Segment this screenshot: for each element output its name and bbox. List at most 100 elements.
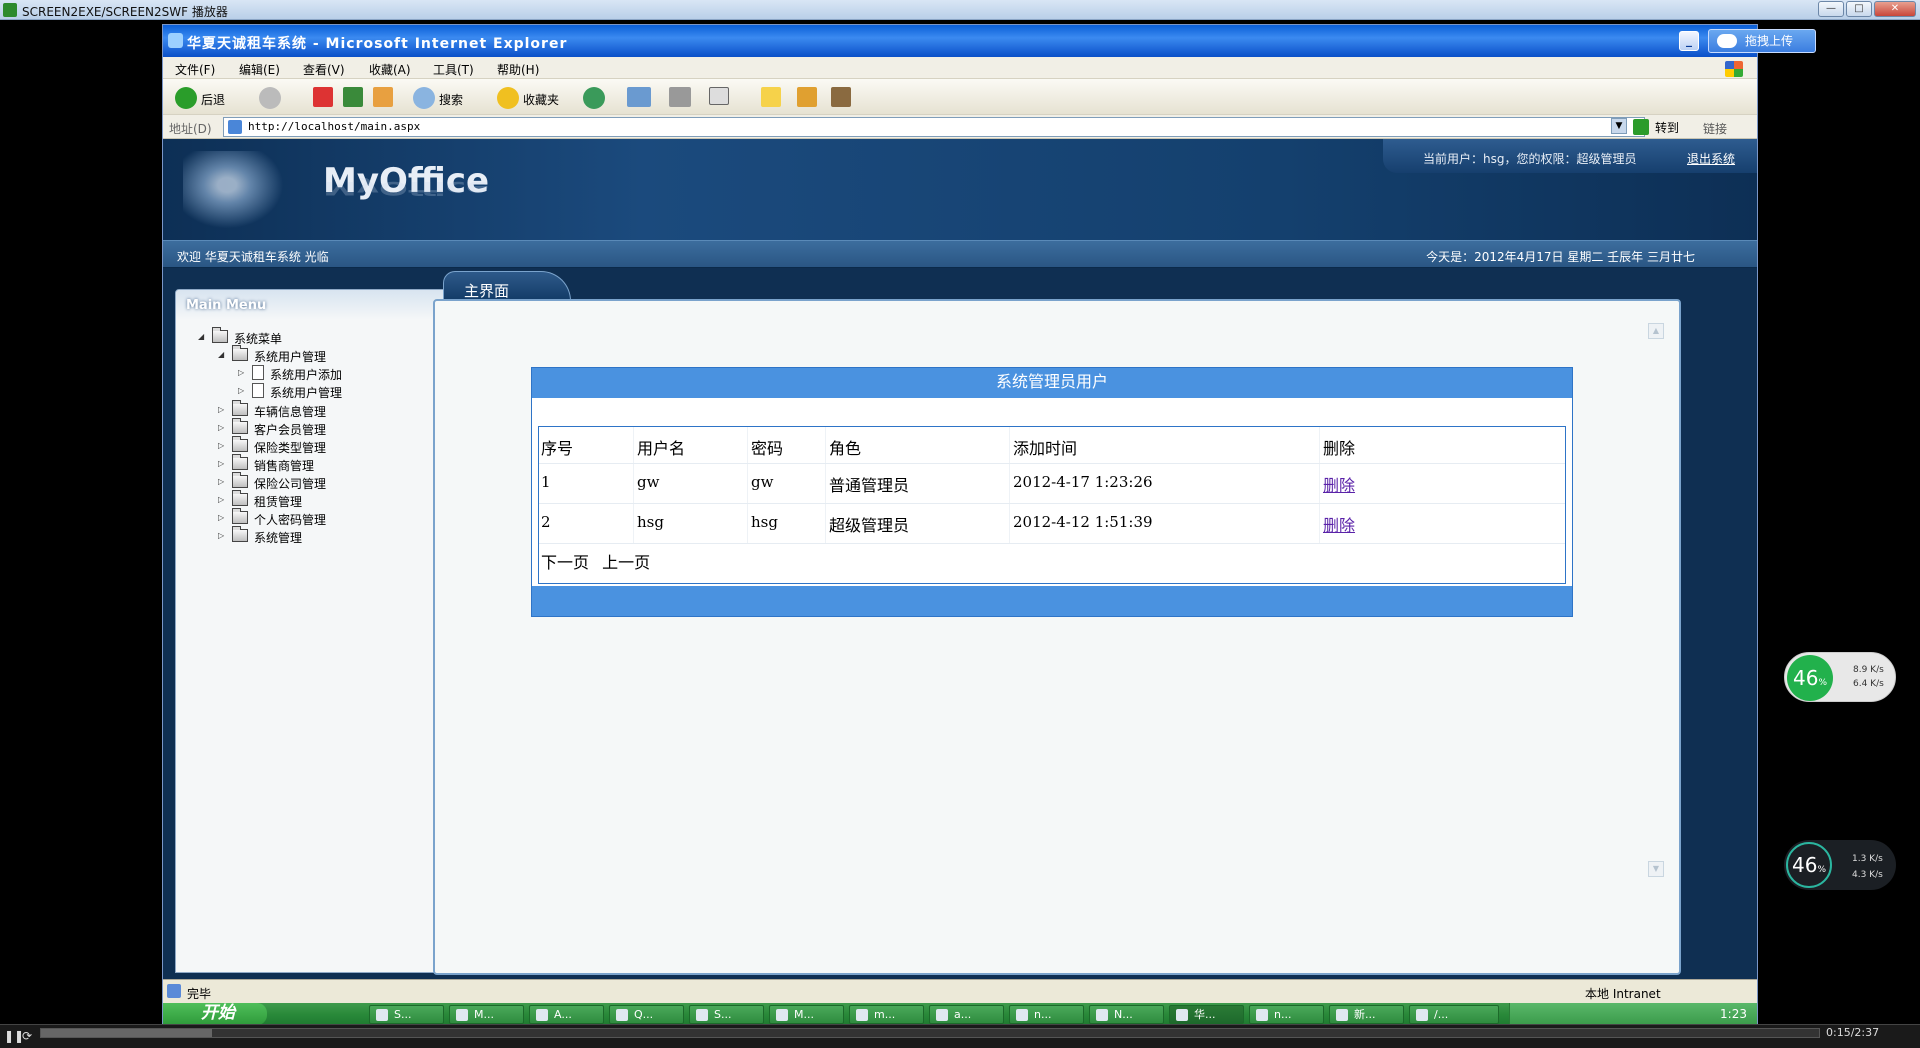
search-icon[interactable] [413, 87, 435, 109]
delete-link[interactable]: 删除 [1323, 472, 1355, 496]
note-icon[interactable] [761, 87, 781, 107]
menu-tools[interactable]: 工具(T) [433, 61, 474, 78]
scroll-up-button[interactable]: ▲ [1648, 323, 1664, 339]
scroll-down-button[interactable]: ▼ [1648, 861, 1664, 877]
back-icon[interactable] [175, 87, 197, 109]
menu-view[interactable]: 查看(V) [303, 61, 345, 78]
status-zone: 本地 Intranet [1585, 987, 1661, 1001]
delete-link[interactable]: 删除 [1323, 512, 1355, 536]
expand-icon[interactable]: ▷ [238, 368, 246, 378]
collapse-icon[interactable]: ◢ [218, 350, 226, 360]
taskbar-item[interactable]: 新... [1329, 1005, 1404, 1024]
history-icon[interactable] [583, 87, 605, 109]
menu-file[interactable]: 文件(F) [175, 61, 215, 78]
taskbar-item[interactable]: S... [369, 1005, 444, 1024]
player-progress-bar[interactable] [40, 1028, 1820, 1038]
expand-icon[interactable]: ▷ [218, 477, 226, 487]
next-page-link[interactable]: 下一页 [541, 553, 589, 572]
favorites-button[interactable]: 收藏夹 [523, 91, 559, 108]
expand-icon[interactable]: ▷ [218, 459, 226, 469]
column-divider [1319, 427, 1320, 543]
search-button[interactable]: 搜索 [439, 91, 463, 108]
task-icon [456, 1009, 468, 1021]
prev-page-link[interactable]: 上一页 [602, 553, 650, 572]
taskbar-item[interactable]: m... [849, 1005, 924, 1024]
expand-icon[interactable]: ▷ [218, 405, 226, 415]
task-icon [1096, 1009, 1108, 1021]
print-icon[interactable] [669, 87, 691, 107]
net-speed-widget[interactable]: 46% 8.9 K/s 6.4 K/s [1784, 652, 1896, 702]
folder-icon [232, 490, 248, 506]
back-button[interactable]: 后退 [201, 91, 225, 108]
welcome-text: 欢迎 华夏天诚租车系统 光临 [177, 250, 329, 264]
loop-icon[interactable]: ⟳ [22, 1029, 32, 1043]
messenger-icon[interactable] [831, 87, 851, 107]
mail-icon[interactable] [627, 87, 651, 107]
task-label: S... [714, 1008, 732, 1021]
expand-icon[interactable]: ▷ [218, 423, 226, 433]
task-label: 华... [1194, 1008, 1216, 1021]
expand-icon[interactable]: ▷ [218, 531, 226, 541]
research-icon[interactable] [797, 87, 817, 107]
expand-icon[interactable]: ▷ [218, 495, 226, 505]
address-dropdown-icon[interactable]: ▼ [1611, 118, 1627, 134]
taskbar-item-active[interactable]: 华... [1169, 1005, 1244, 1024]
taskbar-item[interactable]: a... [929, 1005, 1004, 1024]
taskbar-item[interactable]: S... [689, 1005, 764, 1024]
cloud-icon [1717, 34, 1737, 48]
taskbar-clock[interactable]: 1:23 [1720, 1007, 1747, 1021]
upload-label: 拖拽上传 [1745, 34, 1794, 48]
windows-logo-icon [1725, 61, 1743, 77]
menu-edit[interactable]: 编辑(E) [239, 61, 280, 78]
taskbar-item[interactable]: n... [1009, 1005, 1084, 1024]
expand-icon[interactable]: ▷ [238, 386, 246, 396]
folder-icon [232, 345, 248, 361]
tab-main[interactable]: 主界面 [443, 271, 571, 301]
document-icon [252, 383, 264, 398]
task-icon [1016, 1009, 1028, 1021]
favorites-icon[interactable] [497, 87, 519, 109]
col-header-no: 序号 [541, 439, 574, 458]
status-done: 完毕 [187, 987, 212, 1001]
stop-icon[interactable] [313, 87, 333, 107]
player-maximize-button[interactable]: □ [1846, 1, 1872, 17]
go-button[interactable]: 转到 [1633, 119, 1679, 136]
player-close-button[interactable]: ✕ [1874, 1, 1916, 17]
page-done-icon [167, 984, 181, 998]
go-arrow-icon [1633, 119, 1649, 135]
taskbar-item[interactable]: M... [769, 1005, 844, 1024]
col-header-delete: 删除 [1323, 439, 1356, 458]
taskbar-item[interactable]: M... [449, 1005, 524, 1024]
menu-help[interactable]: 帮助(H) [497, 61, 539, 78]
taskbar-item[interactable]: A... [529, 1005, 604, 1024]
tree-label: 系统用户添加 [270, 368, 343, 382]
taskbar-item[interactable]: Q... [609, 1005, 684, 1024]
task-label: S... [394, 1008, 412, 1021]
upload-button[interactable]: 拖拽上传 [1708, 29, 1816, 53]
folder-icon [232, 418, 248, 434]
home-icon[interactable] [373, 87, 393, 107]
task-label: M... [794, 1008, 814, 1021]
expand-icon[interactable]: ▷ [218, 441, 226, 451]
ie-minimize-button[interactable]: _ [1679, 31, 1699, 51]
edit-icon[interactable] [709, 87, 729, 105]
content-panel: ▲ ▼ 系统管理员用户 序号 用户名 密码 角色 添加时间 删除 1 gw gw… [433, 299, 1681, 975]
forward-icon[interactable] [259, 87, 281, 109]
net-speed-widget-dark[interactable]: 46% 1.3 K/s 4.3 K/s [1784, 840, 1896, 890]
start-button[interactable]: 开始 [163, 1003, 267, 1025]
taskbar-item[interactable]: n... [1249, 1005, 1324, 1024]
collapse-icon[interactable]: ◢ [198, 332, 206, 342]
cpu-percent: 46 [1791, 853, 1818, 877]
refresh-icon[interactable] [343, 87, 363, 107]
task-icon [1256, 1009, 1268, 1021]
expand-icon[interactable]: ▷ [218, 513, 226, 523]
address-input[interactable]: http://localhost/main.aspx [223, 117, 1645, 137]
player-minimize-button[interactable]: — [1818, 1, 1844, 17]
taskbar-item[interactable]: /... [1409, 1005, 1499, 1024]
taskbar-item[interactable]: N... [1089, 1005, 1164, 1024]
row-separator [539, 463, 1565, 464]
links-button[interactable]: 链接 [1703, 120, 1727, 137]
menu-favorites[interactable]: 收藏(A) [369, 61, 411, 78]
cpu-percent: 46 [1792, 666, 1819, 690]
logout-link[interactable]: 退出系统 [1687, 150, 1735, 167]
